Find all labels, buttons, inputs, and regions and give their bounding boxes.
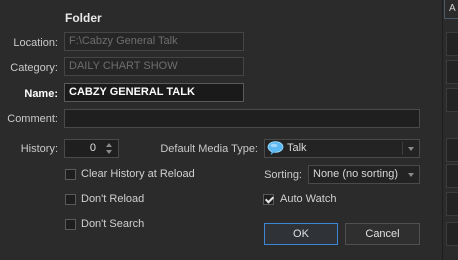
spinner-arrows-icon[interactable] <box>104 141 116 156</box>
cancel-button[interactable]: Cancel <box>345 223 420 245</box>
clear-history-checkbox[interactable] <box>65 169 76 180</box>
comment-input[interactable] <box>64 109 420 128</box>
side-panel-strip: A <box>433 0 458 260</box>
side-field[interactable] <box>446 222 458 246</box>
auto-watch-checkbox[interactable] <box>263 194 274 205</box>
dont-reload-label[interactable]: Don't Reload <box>81 193 144 205</box>
side-field[interactable] <box>446 138 458 162</box>
folder-properties-dialog: Folder Location: F:\Cabzy General Talk C… <box>0 0 458 260</box>
media-type-select[interactable]: Talk <box>264 139 420 158</box>
sorting-select[interactable]: None (no sorting) <box>308 165 420 184</box>
sorting-value: None (no sorting) <box>313 168 398 180</box>
location-field: F:\Cabzy General Talk <box>64 32 244 51</box>
history-value: 0 <box>89 142 96 154</box>
clear-history-label[interactable]: Clear History at Reload <box>81 168 195 180</box>
side-field[interactable] <box>446 164 458 188</box>
category-label: Category: <box>10 62 58 74</box>
history-label: History: <box>20 143 58 155</box>
location-label: Location: <box>13 37 58 49</box>
side-field[interactable] <box>446 32 458 56</box>
media-type-value: Talk <box>287 142 307 154</box>
sorting-label: Sorting: <box>264 169 302 181</box>
comment-label: Comment: <box>7 113 58 125</box>
side-field[interactable] <box>446 88 458 112</box>
history-spinner[interactable]: 0 <box>64 139 119 158</box>
chevron-down-icon[interactable] <box>408 147 414 151</box>
name-label: Name: <box>24 88 58 100</box>
ok-button[interactable]: OK <box>264 223 338 245</box>
name-input[interactable]: CABZY GENERAL TALK <box>64 83 244 102</box>
dont-search-label[interactable]: Don't Search <box>81 218 144 230</box>
side-tab-label: A <box>449 3 456 14</box>
side-tab[interactable]: A <box>444 0 458 19</box>
dont-search-checkbox[interactable] <box>65 219 76 230</box>
divider <box>442 0 443 260</box>
speech-bubble-icon <box>267 141 284 155</box>
media-type-label: Default Media Type: <box>160 143 258 155</box>
select-separator <box>402 142 403 155</box>
auto-watch-label[interactable]: Auto Watch <box>280 193 336 205</box>
spin-down-icon[interactable] <box>106 150 112 154</box>
side-field[interactable] <box>446 60 458 84</box>
spin-up-icon[interactable] <box>106 143 112 147</box>
dont-reload-checkbox[interactable] <box>65 194 76 205</box>
section-title: Folder <box>65 11 102 25</box>
chevron-down-icon[interactable] <box>408 173 414 177</box>
side-field[interactable] <box>446 192 458 216</box>
category-field: DAILY CHART SHOW <box>64 57 244 76</box>
